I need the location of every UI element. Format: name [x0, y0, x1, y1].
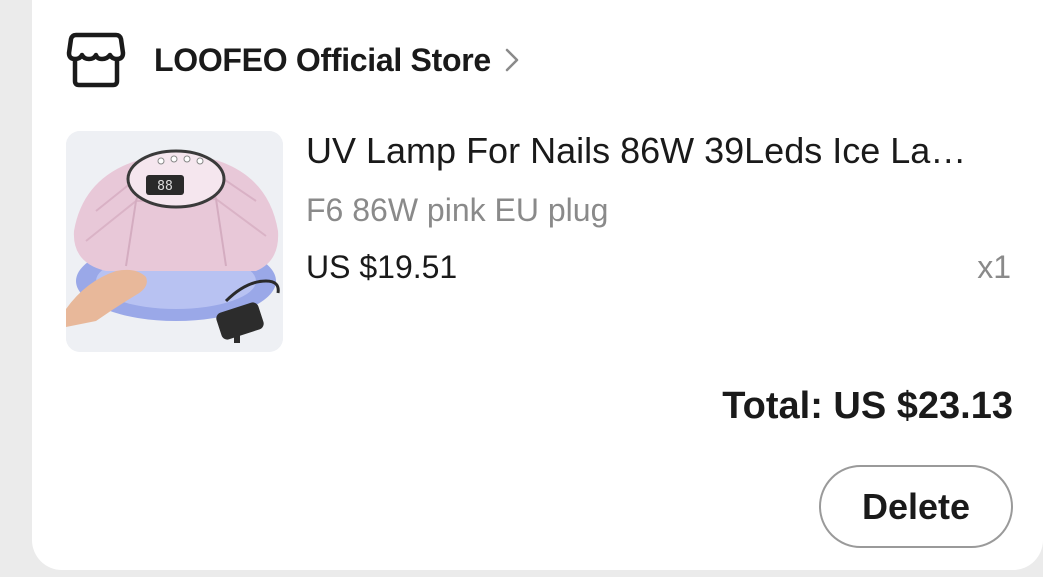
lamp-display-digits: 88 — [157, 179, 173, 194]
store-name[interactable]: LOOFEO Official Store — [154, 42, 491, 79]
product-variant: F6 86W pink EU plug — [306, 192, 609, 228]
product-quantity: x1 — [977, 249, 1011, 285]
store-icon — [66, 31, 126, 89]
product-price: US $19.51 — [306, 249, 458, 285]
product-thumbnail[interactable]: 88 — [66, 131, 283, 352]
store-header[interactable]: LOOFEO Official Store — [66, 30, 521, 90]
chevron-right-icon — [503, 45, 521, 75]
product-title[interactable]: UV Lamp For Nails 86W 39Leds Ice La… — [306, 128, 1016, 174]
delete-button[interactable]: Delete — [819, 465, 1013, 548]
order-total: Total: US $23.13 — [722, 385, 1013, 427]
